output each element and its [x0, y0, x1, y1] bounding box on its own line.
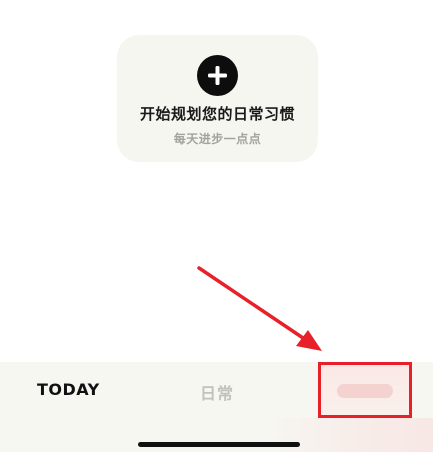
- tab-daily[interactable]: 日常: [200, 380, 234, 404]
- add-habit-button[interactable]: [197, 55, 238, 96]
- empty-state-card: 开始规划您的日常习惯 每天进步一点点: [117, 35, 318, 162]
- plus-icon: [208, 66, 227, 85]
- empty-state-title: 开始规划您的日常习惯: [139, 105, 295, 123]
- empty-state-subtitle: 每天进步一点点: [173, 132, 262, 146]
- bottom-tab-bar: TODAY 日常: [0, 362, 433, 452]
- highlighted-tab[interactable]: [318, 362, 412, 418]
- blurred-tab-label: [337, 384, 393, 398]
- tab-today[interactable]: TODAY: [37, 380, 100, 399]
- home-indicator: [138, 442, 300, 447]
